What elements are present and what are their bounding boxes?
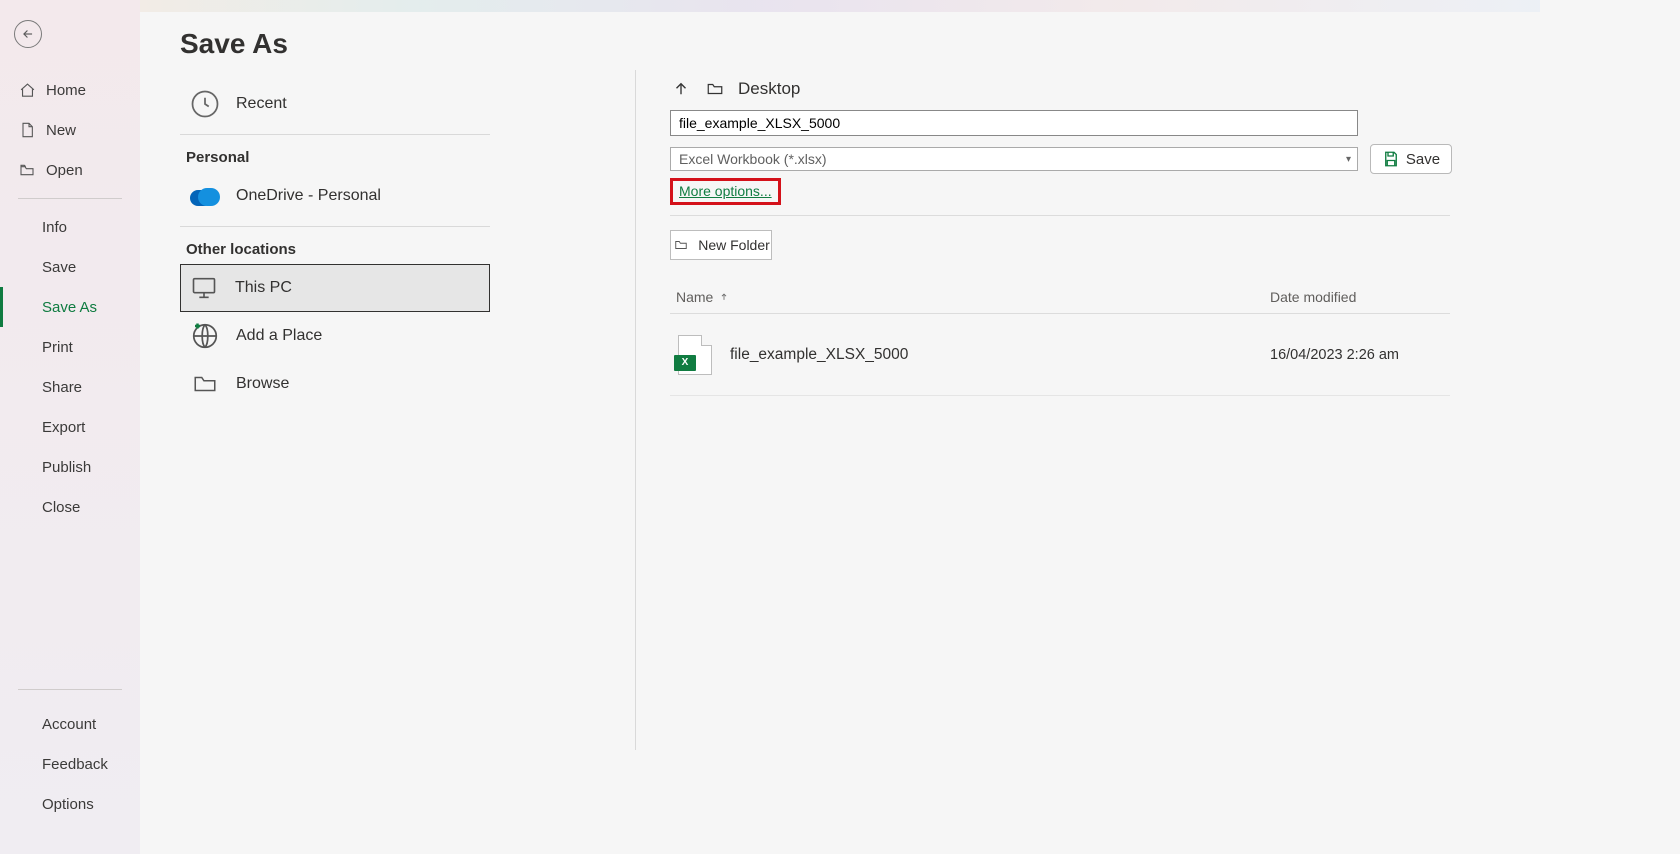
file-panel: Desktop Excel Workbook (*.xlsx) ▾ Save M…	[670, 74, 1640, 396]
excel-file-icon: X	[678, 335, 712, 375]
page-title: Save As	[180, 28, 288, 60]
location-add-a-place[interactable]: Add a Place	[180, 312, 490, 360]
clock-icon	[188, 87, 222, 121]
nav-print[interactable]: Print	[0, 327, 140, 367]
nav-open[interactable]: Open	[0, 150, 140, 190]
location-recent[interactable]: Recent	[180, 80, 490, 128]
folder-open-icon	[18, 161, 36, 179]
folder-open-icon	[704, 78, 726, 100]
vertical-divider	[635, 70, 636, 750]
save-icon	[1382, 150, 1400, 168]
location-recent-label: Recent	[236, 95, 287, 113]
document-icon	[18, 121, 36, 139]
backstage-left-nav: Home New Open Info Save Save As Print Sh…	[0, 0, 140, 854]
column-header-date[interactable]: Date modified	[1270, 289, 1450, 305]
back-button[interactable]	[14, 20, 42, 48]
filename-input[interactable]	[670, 110, 1358, 136]
nav-account[interactable]: Account	[0, 704, 140, 744]
separator	[180, 134, 490, 135]
current-path[interactable]: Desktop	[738, 79, 800, 99]
location-this-pc-label: This PC	[235, 279, 292, 297]
file-type-value: Excel Workbook (*.xlsx)	[679, 151, 827, 167]
save-button[interactable]: Save	[1370, 144, 1452, 174]
nav-info[interactable]: Info	[0, 207, 140, 247]
separator	[670, 215, 1450, 216]
file-row-name: file_example_XLSX_5000	[730, 346, 1270, 364]
arrow-left-icon	[21, 27, 35, 41]
heading-personal: Personal	[186, 149, 490, 166]
new-folder-icon	[672, 238, 690, 252]
nav-save-as[interactable]: Save As	[0, 287, 140, 327]
nav-home-label: Home	[46, 82, 86, 99]
nav-feedback[interactable]: Feedback	[0, 744, 140, 784]
nav-new[interactable]: New	[0, 110, 140, 150]
nav-home[interactable]: Home	[0, 70, 140, 110]
nav-new-label: New	[46, 122, 76, 139]
file-type-dropdown[interactable]: Excel Workbook (*.xlsx) ▾	[670, 147, 1358, 171]
nav-save[interactable]: Save	[0, 247, 140, 287]
file-row-date: 16/04/2023 2:26 am	[1270, 347, 1399, 363]
column-header-name-label: Name	[676, 289, 713, 305]
separator	[180, 226, 490, 227]
location-browse[interactable]: Browse	[180, 360, 490, 408]
more-options-link[interactable]: More options...	[679, 183, 772, 199]
location-onedrive-label: OneDrive - Personal	[236, 187, 381, 205]
decorative-gradient	[140, 0, 1540, 12]
chevron-down-icon: ▾	[1346, 154, 1351, 165]
folder-icon	[188, 367, 222, 401]
nav-open-label: Open	[46, 162, 83, 179]
location-add-a-place-label: Add a Place	[236, 327, 322, 345]
main-panel: Save As Recent Personal OneDrive - Perso…	[140, 0, 1680, 854]
nav-options[interactable]: Options	[0, 784, 140, 824]
this-pc-icon	[187, 271, 221, 305]
sort-asc-icon	[719, 292, 729, 302]
locations-column: Recent Personal OneDrive - Personal Othe…	[180, 80, 490, 408]
nav-separator	[18, 198, 122, 199]
file-list-header: Name Date modified	[670, 280, 1450, 314]
heading-other-locations: Other locations	[186, 241, 490, 258]
nav-export[interactable]: Export	[0, 407, 140, 447]
home-icon	[18, 81, 36, 99]
location-this-pc[interactable]: This PC	[180, 264, 490, 312]
location-browse-label: Browse	[236, 375, 289, 393]
new-folder-button[interactable]: New Folder	[670, 230, 772, 260]
new-folder-label: New Folder	[698, 237, 770, 253]
file-row[interactable]: X file_example_XLSX_5000 16/04/2023 2:26…	[670, 314, 1450, 396]
globe-plus-icon	[188, 319, 222, 353]
location-onedrive-personal[interactable]: OneDrive - Personal	[180, 172, 490, 220]
nav-share[interactable]: Share	[0, 367, 140, 407]
onedrive-icon	[188, 179, 222, 213]
column-header-name[interactable]: Name	[670, 289, 1270, 305]
more-options-highlight: More options...	[670, 178, 781, 205]
nav-separator	[18, 689, 122, 690]
nav-close[interactable]: Close	[0, 487, 140, 527]
nav-publish[interactable]: Publish	[0, 447, 140, 487]
up-one-level-button[interactable]	[670, 78, 692, 100]
save-button-label: Save	[1406, 151, 1440, 168]
